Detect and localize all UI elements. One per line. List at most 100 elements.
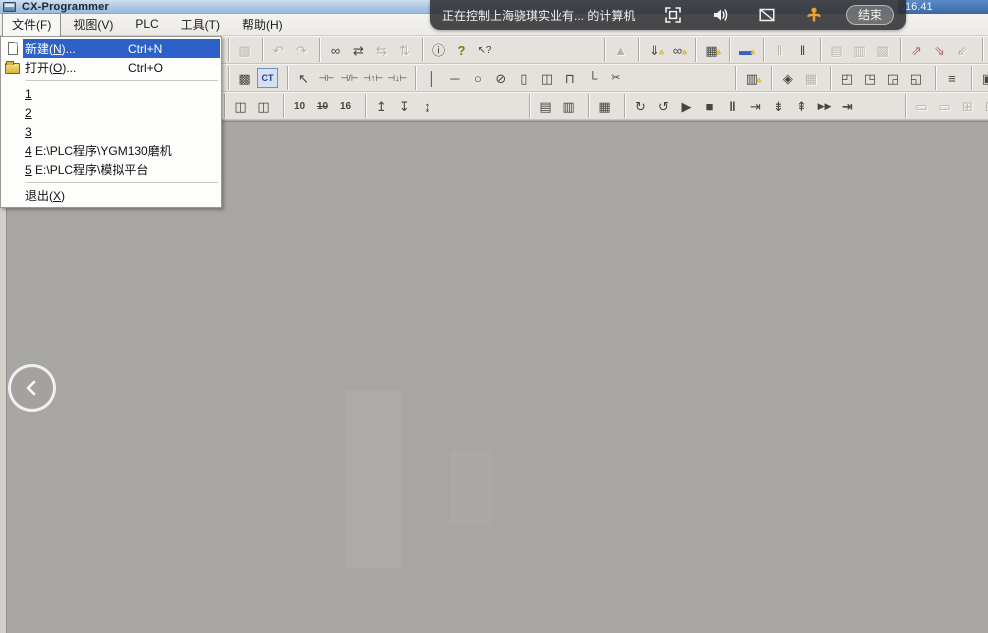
menu-item-exit[interactable]: 退出(X) [2, 186, 220, 205]
print-program-icon[interactable]: ▥ [558, 96, 579, 116]
redo-icon[interactable]: ↷ [291, 40, 312, 60]
info-icon[interactable]: ⓘ [428, 40, 449, 60]
page-up-icon[interactable]: ↥ [371, 96, 392, 116]
run-icon[interactable]: ▶ [676, 96, 697, 116]
menu-item-recent-1[interactable]: 1 [2, 84, 220, 103]
decimal-view-icon[interactable]: 10 [289, 96, 310, 116]
contact-or-closed-icon[interactable]: ⊣↓⊢ [386, 68, 408, 88]
memory-view-icon[interactable]: ▭ [911, 96, 932, 116]
scan-run-icon[interactable]: ⇥ [837, 96, 858, 116]
online-search-icon[interactable]: ∞ [667, 40, 688, 60]
fullscreen-icon[interactable] [663, 5, 683, 25]
contact-closed-icon[interactable]: ⊣/⊢ [339, 68, 360, 88]
step-in-icon[interactable]: ⇟ [768, 96, 789, 116]
monitor-window-icon[interactable]: ▣ [977, 68, 988, 88]
menu-item-label: 5 E:\PLC程序\模拟平台 [25, 161, 148, 178]
doc-compare-icon[interactable]: ▤ [826, 40, 847, 60]
menubar-item-help[interactable]: 帮助(H) [232, 13, 293, 37]
memory-cascade-icon[interactable]: ▭ [934, 96, 955, 116]
save-all-icon[interactable]: ▤ [535, 96, 556, 116]
simulator-scan-icon[interactable]: ↺ [653, 96, 674, 116]
marker-tool-icon[interactable] [804, 5, 824, 25]
menubar-item-file[interactable]: 文件(F) [2, 13, 61, 37]
online-edit-icon[interactable]: ▦ [594, 96, 615, 116]
continuous-step-icon[interactable]: ▶▶ [814, 96, 835, 116]
paste-icon[interactable]: ▧ [234, 40, 255, 60]
mnemonic-view-icon[interactable]: ▩ [234, 68, 255, 88]
menubar-item-plc[interactable]: PLC [125, 14, 168, 35]
instruction-set-icon[interactable]: ◫ [536, 68, 557, 88]
menu-item-shortcut: Ctrl+O [128, 61, 220, 75]
corner-line-icon[interactable]: └ [582, 68, 603, 88]
function-block-icon[interactable]: ⊓ [559, 68, 580, 88]
signed-decimal-icon[interactable]: 10 [312, 96, 333, 116]
address-reference-icon[interactable]: ⇘ [929, 40, 950, 60]
work-online-icon[interactable]: ▲ [610, 40, 631, 60]
contact-or-open-icon[interactable]: ⊣↑⊢ [362, 68, 384, 88]
help-icon[interactable]: ? [451, 40, 472, 60]
download-plc-icon[interactable]: ⇓ [644, 40, 665, 60]
doc-transfer-icon[interactable]: ▥ [849, 40, 870, 60]
page-down-icon[interactable]: ↧ [394, 96, 415, 116]
cross-reference-icon[interactable]: ⇗ [906, 40, 927, 60]
edit-delete-icon[interactable]: ◳ [859, 68, 880, 88]
contact-open-icon[interactable]: ⊣⊢ [316, 68, 337, 88]
stop-icon[interactable]: ■ [699, 96, 720, 116]
forced-reset-icon[interactable]: ⊟ [980, 96, 988, 116]
window-pointer-icon[interactable] [757, 5, 777, 25]
menu-item-open[interactable]: 打开(O)...Ctrl+O [2, 58, 220, 77]
toolbar-group: ▣▣▣ [971, 66, 988, 90]
program-transfer-icon[interactable]: ▥ [741, 68, 762, 88]
retrace-icon[interactable]: ⇅ [394, 40, 415, 60]
undo-icon[interactable]: ↶ [268, 40, 289, 60]
compare-icon[interactable]: ⇄ [348, 40, 369, 60]
menubar-item-view[interactable]: 视图(V) [63, 13, 123, 37]
menu-item-new[interactable]: 新建(N)...Ctrl+N [2, 39, 220, 58]
pause-ghost-icon[interactable]: ‖ [769, 40, 790, 60]
window-cascade-icon[interactable]: ◫ [253, 96, 274, 116]
select-cursor-icon[interactable]: ↖ [293, 68, 314, 88]
delete-line-icon[interactable]: ✂ [605, 68, 626, 88]
toolbar-group: ▥ [735, 66, 767, 90]
menu-item-recent-5[interactable]: 5 E:\PLC程序\模拟平台 [2, 160, 220, 179]
toolbar-group: ▧ [228, 38, 260, 62]
doc-pointer-icon[interactable]: ▧ [872, 40, 893, 60]
window-split-icon[interactable]: ◫ [230, 96, 251, 116]
save-plc-icon[interactable]: ▦ [701, 40, 722, 60]
context-help-icon[interactable]: ↖? [474, 40, 495, 60]
run-to-break-icon[interactable]: ⇥ [745, 96, 766, 116]
menu-item-recent-2[interactable]: 2 [2, 103, 220, 122]
simulator-online-icon[interactable]: ↻ [630, 96, 651, 116]
edit-check-icon[interactable]: ◲ [882, 68, 903, 88]
menubar-item-tools[interactable]: 工具(T) [171, 13, 230, 37]
vertical-line-icon[interactable]: │ [421, 68, 442, 88]
ct-view-icon[interactable]: CT [257, 68, 278, 88]
instruction-box-icon[interactable]: ▯ [513, 68, 534, 88]
pause-sim-icon[interactable]: ‖ [722, 96, 743, 116]
compile-icon[interactable]: ◈ [777, 68, 798, 88]
pause-icon[interactable]: ‖ [792, 40, 813, 60]
page-monitor-icon[interactable]: ↨ [417, 96, 438, 116]
horizontal-line-icon[interactable]: ─ [444, 68, 465, 88]
end-control-button[interactable]: 结束 [846, 5, 894, 25]
back-overlay-button[interactable] [8, 364, 56, 412]
edit-up-icon[interactable]: ◰ [836, 68, 857, 88]
menu-item-recent-4[interactable]: 4 E:\PLC程序\YGM130磨机 [2, 141, 220, 160]
forced-set-icon[interactable]: ⊞ [957, 96, 978, 116]
menu-item-recent-3[interactable]: 3 [2, 122, 220, 141]
toolbar-group: ▩CT [228, 66, 283, 90]
transfer-plc-icon[interactable]: ▬ [735, 40, 756, 60]
symbol-list-icon[interactable]: ≡ [941, 68, 962, 88]
compile-all-icon[interactable]: ▦ [800, 68, 821, 88]
hex-view-icon[interactable]: 16 [335, 96, 356, 116]
coil-closed-icon[interactable]: ⊘ [490, 68, 511, 88]
volume-icon[interactable] [710, 5, 730, 25]
replace-icon[interactable]: ⇆ [371, 40, 392, 60]
reference-back-icon[interactable]: ⇙ [952, 40, 973, 60]
coil-icon[interactable]: ○ [467, 68, 488, 88]
toolbar-group: ≡ [935, 66, 967, 90]
find-icon[interactable]: ∞ [325, 40, 346, 60]
edit-insert-icon[interactable]: ◱ [905, 68, 926, 88]
step-out-icon[interactable]: ⇞ [791, 96, 812, 116]
menu-item-body: 2 [23, 103, 220, 122]
